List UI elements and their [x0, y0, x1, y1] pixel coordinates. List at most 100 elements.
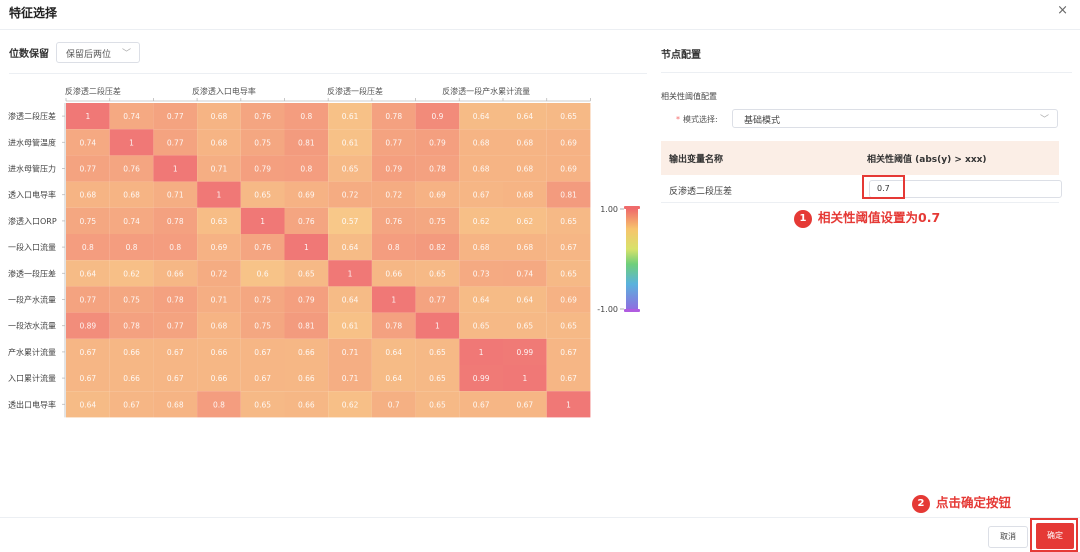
cell-value-label: 0.99 — [516, 348, 533, 357]
cell-value-label: 0.65 — [560, 322, 577, 331]
legend-min-label: -1.00 — [597, 305, 618, 314]
cell-value-label: 0.65 — [254, 400, 271, 409]
cell-value-label: 0.81 — [298, 322, 315, 331]
y-axis-label: 进水母管温度 — [8, 137, 56, 147]
cell-value-label: 1 — [173, 165, 178, 174]
cell-value-label: 0.68 — [473, 165, 490, 174]
cell-value-label: 0.65 — [473, 322, 490, 331]
cell-value-label: 1 — [217, 191, 222, 200]
y-axis-label: 一段入口流量 — [8, 242, 56, 252]
cell-value-label: 0.64 — [473, 296, 490, 305]
table-header: 输出变量名称 相关性阈值 (abs(y) > xxx) — [661, 141, 1059, 175]
table-row: 反渗透二段压差 0.7 — [661, 175, 1062, 203]
cell-value-label: 0.71 — [167, 191, 184, 200]
cell-value-label: 0.67 — [123, 400, 140, 409]
cell-value-label: 0.66 — [385, 269, 402, 278]
cell-value-label: 0.65 — [298, 269, 315, 278]
cell-value-label: 0.67 — [167, 348, 184, 357]
cell-value-label: 0.57 — [342, 217, 359, 226]
cell-value-label: 0.67 — [79, 374, 96, 383]
cancel-button[interactable]: 取消 — [988, 526, 1028, 548]
annotation-text: 相关性阈值设置为0.7 — [818, 210, 941, 225]
cell-value-label: 0.75 — [254, 322, 271, 331]
y-axis-label: 渗透二段压差 — [8, 111, 56, 121]
cell-value-label: 0.64 — [385, 374, 402, 383]
cell-value-label: 0.78 — [385, 112, 402, 121]
cell-value-label: 0.69 — [429, 191, 446, 200]
cell-value-label: 0.73 — [473, 269, 490, 278]
cell-value-label: 0.8 — [126, 243, 138, 252]
node-config-title: 节点配置 — [661, 50, 701, 61]
cell-value-label: 1 — [304, 243, 309, 252]
cell-value-label: 0.65 — [429, 400, 446, 409]
y-axis-label: 进水母管压力 — [8, 164, 56, 174]
x-axis-label: 反渗透一段产水累计流量 — [442, 86, 530, 96]
cell-value-label: 0.77 — [79, 296, 96, 305]
cell-value-label: 0.66 — [211, 374, 228, 383]
cell-value-label: 0.61 — [342, 322, 359, 331]
cell-value-label: 0.68 — [516, 243, 533, 252]
cell-value-label: 0.69 — [560, 165, 577, 174]
cell-value-label: 0.71 — [211, 165, 228, 174]
cell-value-label: 1 — [479, 348, 484, 357]
cell-value-label: 0.62 — [516, 217, 533, 226]
cell-value-label: 0.78 — [385, 322, 402, 331]
cell-value-label: 0.68 — [473, 243, 490, 252]
mode-select[interactable]: 基础模式 ﹀ — [732, 109, 1058, 128]
x-axis-label: 反渗透二段压差 — [65, 86, 121, 96]
cell-value-label: 0.65 — [429, 348, 446, 357]
cell-value-label: 0.67 — [167, 374, 184, 383]
cell-value-label: 0.78 — [167, 217, 184, 226]
cell-value-label: 0.77 — [79, 165, 96, 174]
dialog-header: 特征选择 × — [0, 0, 1080, 30]
cell-value-label: 0.71 — [211, 296, 228, 305]
cell-value-label: 0.77 — [167, 138, 184, 147]
threshold-input[interactable]: 0.7 — [869, 180, 1062, 198]
y-axis-label: 渗透一段压差 — [8, 268, 56, 278]
close-icon[interactable]: × — [1057, 3, 1068, 18]
y-axis-label: 一段浓水流量 — [8, 321, 56, 331]
cell-value-label: 0.67 — [560, 243, 577, 252]
cell-value-label: 0.63 — [211, 217, 228, 226]
cell-value-label: 0.68 — [211, 138, 228, 147]
cell-value-label: 0.69 — [560, 138, 577, 147]
cell-value-label: 0.68 — [516, 138, 533, 147]
cell-value-label: 0.78 — [123, 322, 140, 331]
cell-value-label: 0.8 — [388, 243, 400, 252]
cell-value-label: 0.67 — [254, 374, 271, 383]
cell-value-label: 0.68 — [516, 191, 533, 200]
cell-value-label: 0.8 — [300, 165, 312, 174]
cell-value-label: 0.65 — [342, 165, 359, 174]
cell-value-label: 0.68 — [167, 400, 184, 409]
output-variable-name: 反渗透二段压差 — [669, 187, 733, 197]
cell-value-label: 0.64 — [342, 296, 359, 305]
cell-value-label: 0.62 — [123, 269, 140, 278]
cell-value-label: 0.67 — [473, 191, 490, 200]
confirm-button[interactable]: 确定 — [1036, 523, 1074, 549]
cell-value-label: 0.66 — [167, 269, 184, 278]
cell-value-label: 0.65 — [429, 374, 446, 383]
cell-value-label: 0.8 — [300, 112, 312, 121]
cell-value-label: 0.65 — [254, 191, 271, 200]
cell-value-label: 0.66 — [298, 400, 315, 409]
cell-value-label: 0.77 — [385, 138, 402, 147]
cell-value-label: 0.68 — [516, 165, 533, 174]
cell-value-label: 0.6 — [257, 269, 269, 278]
cell-value-label: 0.65 — [560, 269, 577, 278]
step-number-badge: 1 — [794, 210, 812, 228]
cell-value-label: 0.67 — [79, 348, 96, 357]
y-axis-label: 透入口电导率 — [8, 190, 56, 200]
cell-value-label: 0.62 — [342, 400, 359, 409]
cell-value-label: 0.69 — [211, 243, 228, 252]
cell-value-label: 1 — [566, 400, 571, 409]
cell-value-label: 0.72 — [211, 269, 228, 278]
cell-value-label: 0.74 — [123, 112, 140, 121]
column-header-name: 输出变量名称 — [669, 155, 724, 165]
cell-value-label: 0.66 — [123, 348, 140, 357]
cell-value-label: 0.61 — [342, 138, 359, 147]
cell-value-label: 0.66 — [123, 374, 140, 383]
cell-value-label: 0.68 — [79, 191, 96, 200]
cell-value-label: 0.65 — [429, 269, 446, 278]
cell-value-label: 0.67 — [560, 374, 577, 383]
cell-value-label: 1 — [348, 269, 353, 278]
